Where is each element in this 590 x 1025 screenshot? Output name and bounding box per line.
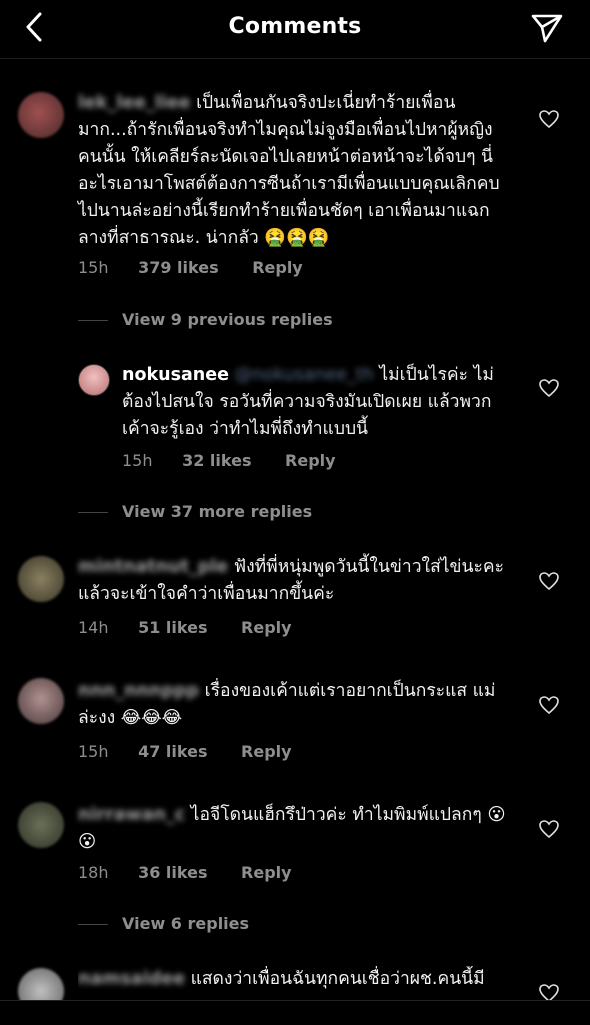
comment-username[interactable]: nnn_nnnppp (78, 681, 199, 701)
comment-time: 15h (122, 451, 153, 470)
comment-meta: 18h 36 likes Reply (78, 863, 320, 882)
heart-icon[interactable] (538, 571, 560, 591)
comment-username[interactable]: nirrawan_c (78, 805, 185, 825)
comment-text: mintnatnut_ple ฟังที่พี่หนุ่มพูดวันนี้ใน… (78, 554, 508, 608)
view-replies-label: View 6 replies (122, 914, 250, 933)
comment-likes[interactable]: 51 likes (138, 618, 207, 637)
comment-meta: 15h 47 likes Reply (78, 742, 320, 761)
heart-icon[interactable] (538, 109, 560, 129)
comment-meta: 15h 379 likes Reply (78, 258, 331, 277)
comment-time: 15h (78, 742, 109, 761)
comment-body: แสดงว่าเพื่อนฉันทุกคนเชื่อว่าผช.คนนี้มี (190, 969, 485, 989)
comment-meta: 15h 32 likes Reply (122, 451, 364, 470)
comment-text: nokusanee @nokusanee_th ไม่เป็นไรค่ะ ไม่… (122, 362, 507, 443)
view-more-replies-button[interactable]: View 37 more replies (78, 502, 312, 521)
comment-likes[interactable]: 379 likes (138, 258, 219, 277)
avatar[interactable] (18, 92, 64, 138)
divider (78, 924, 108, 925)
comment-mention[interactable]: @nokusanee_th (235, 365, 374, 385)
divider (78, 320, 108, 321)
avatar[interactable] (18, 556, 64, 602)
reply-button[interactable]: Reply (285, 451, 336, 470)
avatar[interactable] (18, 802, 64, 848)
comment-username[interactable]: namsaidee (78, 969, 185, 989)
comments-header: Comments (0, 0, 590, 59)
comment-text: namsaidee แสดงว่าเพื่อนฉันทุกคนเชื่อว่าผ… (78, 966, 508, 1000)
divider (78, 512, 108, 513)
bottom-bar (0, 1000, 590, 1025)
heart-icon[interactable] (538, 378, 560, 398)
comment-username[interactable]: nokusanee (122, 365, 229, 385)
comment-body: เป็นเพื่อนกันจริงปะเนี่ยทำร้ายเพื่อนมาก.… (78, 93, 500, 248)
view-previous-replies-button[interactable]: View 9 previous replies (78, 310, 333, 329)
comment-username[interactable]: mintnatnut_ple (78, 557, 228, 577)
comment-text: nnn_nnnppp เรื่องของเค้าแต่เราอยากเป็นกร… (78, 678, 508, 732)
comment-text: nirrawan_c ไอจีโดนแฮ็กรึป่าวค่ะ ทำไมพิมพ… (78, 802, 508, 856)
avatar[interactable] (18, 678, 64, 724)
view-replies-label: View 9 previous replies (122, 310, 333, 329)
view-replies-label: View 37 more replies (122, 502, 313, 521)
comment-time: 14h (78, 618, 109, 637)
page-title: Comments (228, 14, 362, 39)
comment-text: lek_lee_liee เป็นเพื่อนกันจริงปะเนี่ยทำร… (78, 90, 508, 252)
heart-icon[interactable] (538, 695, 560, 715)
comment-likes[interactable]: 32 likes (182, 451, 251, 470)
comment-likes[interactable]: 36 likes (138, 863, 207, 882)
comment-username[interactable]: lek_lee_liee (78, 93, 190, 113)
avatar[interactable] (78, 364, 110, 396)
reply-button[interactable]: Reply (241, 618, 292, 637)
comment-likes[interactable]: 47 likes (138, 742, 207, 761)
view-replies-button[interactable]: View 6 replies (78, 914, 249, 933)
reply-button[interactable]: Reply (241, 742, 292, 761)
comment-meta: 14h 51 likes Reply (78, 618, 320, 637)
send-icon[interactable] (530, 12, 564, 44)
reply-button[interactable]: Reply (252, 258, 303, 277)
comment-time: 18h (78, 863, 109, 882)
heart-icon[interactable] (538, 819, 560, 839)
comment-time: 15h (78, 258, 109, 277)
reply-button[interactable]: Reply (241, 863, 292, 882)
